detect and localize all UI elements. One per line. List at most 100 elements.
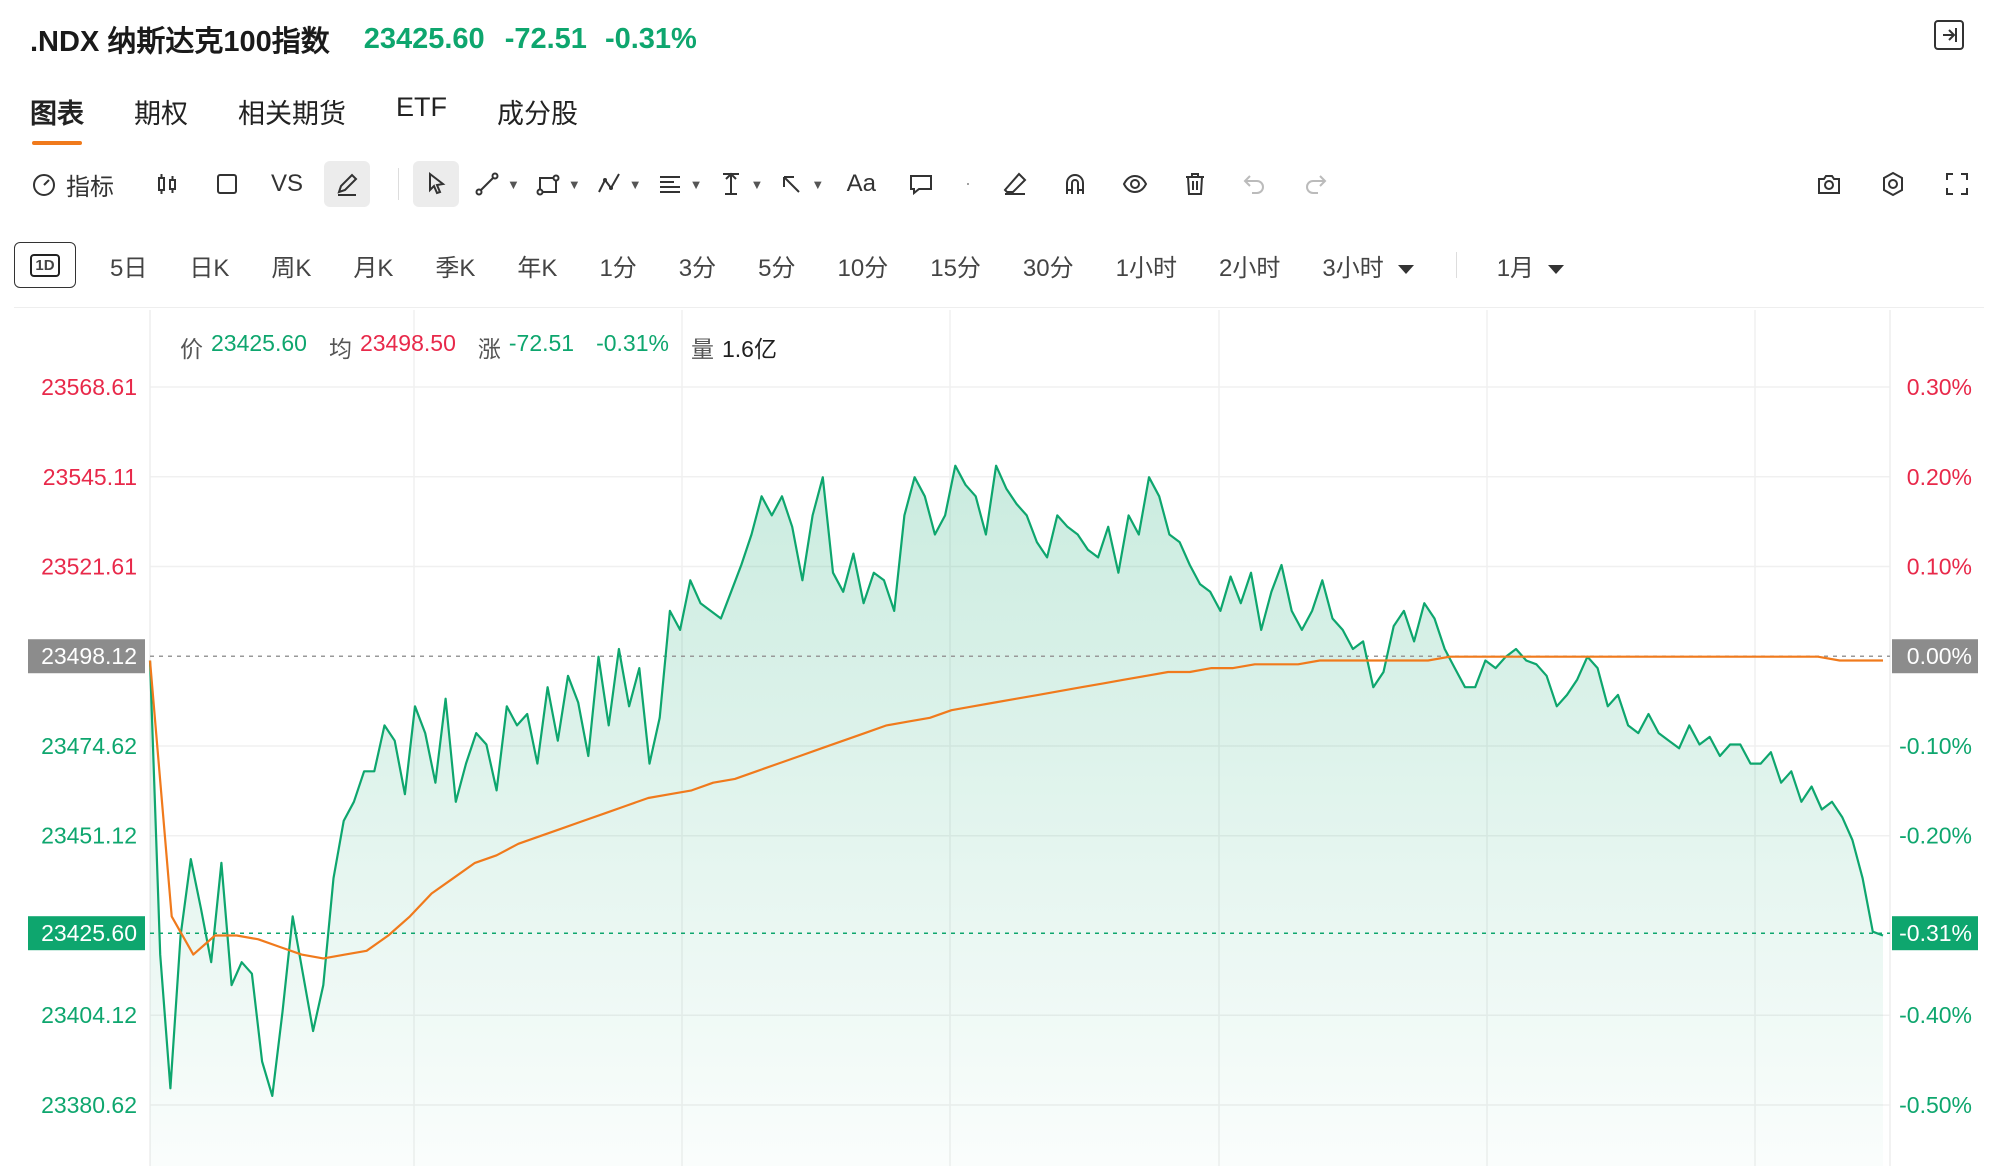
indicator-button[interactable]: 指标 xyxy=(30,161,114,207)
period-daily-k[interactable]: 日K xyxy=(189,248,229,283)
camera-icon xyxy=(1818,175,1840,194)
visibility-toggle[interactable] xyxy=(1112,161,1158,207)
gear-icon xyxy=(1883,171,1903,197)
eraser-tool[interactable] xyxy=(992,161,1038,207)
fullscreen-button[interactable] xyxy=(1934,161,1980,207)
tab-related-futures[interactable]: 相关期货 xyxy=(238,92,346,145)
y-axis-right-tick: -0.20% xyxy=(1899,823,1972,849)
measure-tool[interactable]: ▼ xyxy=(717,161,764,207)
pencil-icon xyxy=(337,173,358,196)
legend-chg-value: -72.51 xyxy=(508,330,575,356)
ticker-title: .NDX 纳斯达克100指数 xyxy=(30,26,330,58)
y-axis-right-tick: 0.00% xyxy=(1907,643,1972,669)
arrow-up-left-icon xyxy=(783,176,801,193)
legend-price-label: 价 xyxy=(180,336,203,362)
dot-tool[interactable] xyxy=(958,161,978,207)
price-change: -72.51 xyxy=(504,22,587,55)
period-15min[interactable]: 15分 xyxy=(930,248,981,283)
collapse-right-icon xyxy=(1943,28,1957,42)
magnet-tool[interactable] xyxy=(1052,161,1098,207)
dot-icon xyxy=(967,183,970,185)
chevron-down-icon: ▼ xyxy=(750,176,764,192)
period-3min[interactable]: 3分 xyxy=(679,248,716,283)
period-3hour-label: 3小时 xyxy=(1322,254,1384,282)
draw-mode-button[interactable] xyxy=(324,161,370,207)
trendline-tool[interactable]: ▼ xyxy=(473,161,520,207)
chevron-down-icon: ▼ xyxy=(811,176,825,192)
fibonacci-tool[interactable]: ▼ xyxy=(656,161,703,207)
price-change-pct: -0.31% xyxy=(604,22,697,55)
period-10min[interactable]: 10分 xyxy=(838,248,889,283)
undo-icon xyxy=(1243,175,1265,194)
expand-icon xyxy=(1946,173,1968,195)
collapse-panel-button[interactable] xyxy=(1934,20,1964,50)
arrow-tool[interactable]: ▼ xyxy=(777,161,824,207)
y-axis-left-tick: 23568.61 xyxy=(41,374,137,400)
y-axis-left-tick: 23380.62 xyxy=(41,1092,137,1118)
period-30min[interactable]: 30分 xyxy=(1023,248,1074,283)
legend-avg-label: 均 xyxy=(328,336,352,362)
period-selector: 1D 5日 日K 周K 月K 季K 年K 1分 3分 5分 10分 15分 30… xyxy=(14,240,1984,290)
tab-etf[interactable]: ETF xyxy=(396,92,447,145)
main-tabs: 图表 期权 相关期货 ETF 成分股 xyxy=(30,92,628,145)
undo-button[interactable] xyxy=(1232,161,1278,207)
period-2hour[interactable]: 2小时 xyxy=(1219,248,1280,283)
period-3hour[interactable]: 3小时 xyxy=(1322,248,1414,283)
tab-options[interactable]: 期权 xyxy=(134,92,188,145)
y-axis-left-tick: 23404.12 xyxy=(41,1002,137,1028)
y-axis-left-tick: 23451.12 xyxy=(41,823,137,849)
period-quarterly-k[interactable]: 季K xyxy=(435,248,475,283)
chevron-down-icon xyxy=(1548,264,1565,274)
pattern-tool[interactable]: ▼ xyxy=(595,161,642,207)
redo-icon xyxy=(1306,175,1327,194)
trash-icon xyxy=(1186,173,1205,195)
legend-chg-pct: -0.31% xyxy=(596,330,669,356)
chevron-down-icon: ▼ xyxy=(628,176,642,192)
toolbar-right-group xyxy=(1788,161,1980,207)
period-1hour[interactable]: 1小时 xyxy=(1116,248,1177,283)
delete-drawings-button[interactable] xyxy=(1172,161,1218,207)
redo-button[interactable] xyxy=(1292,161,1338,207)
period-5min[interactable]: 5分 xyxy=(758,248,795,283)
period-range-label: 1月 xyxy=(1496,254,1535,282)
last-price: 23425.60 xyxy=(363,22,485,55)
comment-tool[interactable] xyxy=(898,161,944,207)
y-axis-right-tick: 0.20% xyxy=(1907,464,1972,490)
gauge-icon xyxy=(33,174,55,196)
toolbar-divider xyxy=(398,168,399,200)
legend-chg-label: 涨 xyxy=(477,336,501,362)
settings-button[interactable] xyxy=(1870,161,1916,207)
rectangle-button[interactable] xyxy=(204,161,250,207)
y-axis-left-tick: 23425.60 xyxy=(41,920,137,946)
period-range-dropdown[interactable]: 1月 xyxy=(1496,248,1565,283)
tab-chart[interactable]: 图表 xyxy=(30,92,84,145)
y-axis-right-tick: -0.31% xyxy=(1899,920,1972,946)
period-monthly-k[interactable]: 月K xyxy=(353,248,393,283)
y-axis-left-tick: 23521.61 xyxy=(41,554,137,580)
shape-tool[interactable]: ▼ xyxy=(534,161,581,207)
compare-button[interactable]: VS xyxy=(264,161,310,207)
legend-vol-label: 量 xyxy=(690,336,714,362)
tab-constituents[interactable]: 成分股 xyxy=(497,92,578,145)
candlestick-button[interactable] xyxy=(144,161,190,207)
y-axis-right-tick: -0.10% xyxy=(1899,733,1972,759)
magnet-icon xyxy=(1066,174,1085,194)
screenshot-button[interactable] xyxy=(1806,161,1852,207)
measure-icon xyxy=(722,172,739,195)
chart-legend: 价 23425.60 均 23498.50 涨 -72.51 -0.31% 量 … xyxy=(180,330,799,364)
chevron-down-icon xyxy=(1397,264,1414,274)
fibonacci-icon xyxy=(659,176,680,193)
cursor-arrow-icon xyxy=(429,171,446,195)
square-icon xyxy=(217,174,237,194)
period-5d[interactable]: 5日 xyxy=(110,248,147,283)
chevron-down-icon: ▼ xyxy=(567,176,581,192)
period-1min[interactable]: 1分 xyxy=(599,248,636,283)
intraday-chart[interactable]: 23568.61 23545.11 23521.61 23498.12 23474.62… xyxy=(0,310,1998,1166)
period-weekly-k[interactable]: 周K xyxy=(271,248,311,283)
cursor-button[interactable] xyxy=(413,161,459,207)
text-tool[interactable]: Aa xyxy=(838,161,884,207)
period-yearly-k[interactable]: 年K xyxy=(517,248,557,283)
price-area-fill xyxy=(150,465,1883,1166)
period-1d[interactable]: 1D xyxy=(14,242,76,288)
y-axis-right-tick: 0.10% xyxy=(1907,554,1972,580)
